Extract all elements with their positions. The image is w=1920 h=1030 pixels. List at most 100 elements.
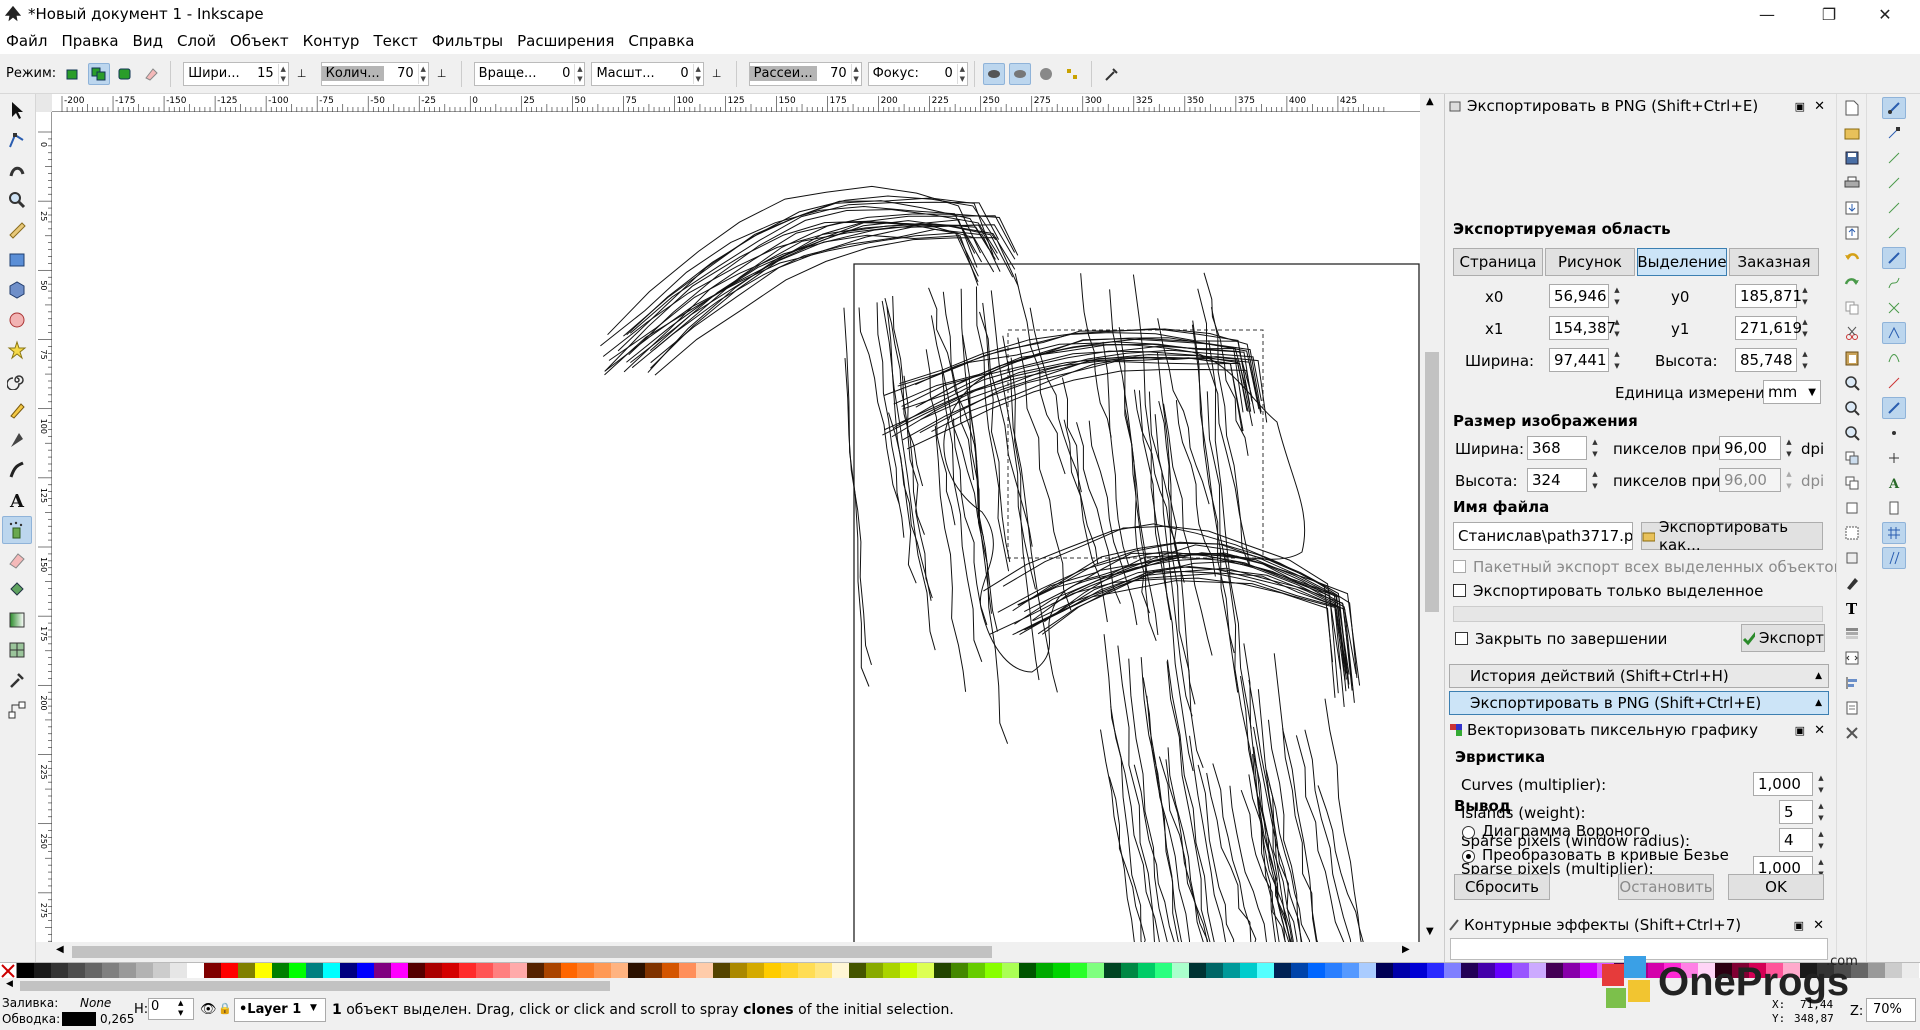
palette-swatch[interactable] [815,963,833,979]
redo-icon[interactable] [1840,272,1864,294]
xml-editor-icon[interactable] [1840,647,1864,669]
palette-swatch[interactable] [1171,963,1189,979]
tweak-tool-icon[interactable] [2,156,32,184]
palette-swatch[interactable] [390,963,408,979]
snap-nodes-icon[interactable] [1881,247,1906,269]
palette-swatch[interactable] [1460,963,1478,979]
only-selected-checkbox[interactable] [1453,584,1466,597]
palette-swatch[interactable] [747,963,765,979]
snap-text-baseline-icon[interactable]: A [1882,472,1906,494]
eraser-tool-icon[interactable] [2,546,32,574]
visibility-icon[interactable]: 👁 [200,1002,217,1017]
palette-swatch[interactable] [84,963,102,979]
scroll-up-icon[interactable]: ▲ [1426,96,1434,107]
duplicate-icon[interactable] [1840,447,1864,469]
scroll-left-icon[interactable]: ◀ [56,944,64,955]
minimize-button[interactable]: — [1744,0,1790,28]
curves-stepper[interactable]: ▲ ▼ [1815,772,1827,796]
snap-intersection-icon[interactable] [1882,297,1906,319]
no-paint-swatch[interactable] [0,963,17,979]
palette-swatch[interactable] [1222,963,1240,979]
palette-swatch[interactable] [237,963,255,979]
export-button[interactable]: Экспорт [1741,624,1825,652]
zoom-field[interactable]: 70% [1866,998,1916,1022]
palette-swatch[interactable] [288,963,306,979]
palette-swatch[interactable] [1205,963,1223,979]
mesh-tool-icon[interactable] [2,636,32,664]
over-transparent-icon[interactable] [1035,63,1057,85]
palette-swatch[interactable] [322,963,340,979]
img-height-stepper[interactable]: ▲ ▼ [1589,468,1601,492]
palette-swatch[interactable] [373,963,391,979]
palette-swatch[interactable] [1070,963,1088,979]
calligraphy-tool-icon[interactable] [2,456,32,484]
img-width-field[interactable]: 368 [1527,436,1587,460]
palette-swatch[interactable] [203,963,221,979]
y1-stepper[interactable]: ▲ ▼ [1799,316,1811,340]
menu-layer[interactable]: Слой [177,32,216,50]
undo-icon[interactable] [1840,247,1864,269]
snap-bbox-midpoint-icon[interactable] [1882,197,1906,219]
drawing-canvas[interactable] [52,112,1420,942]
palette-swatch[interactable] [1426,963,1444,979]
menu-filters[interactable]: Фильтры [432,32,503,50]
tab-page[interactable]: Страница [1453,248,1543,276]
palette-swatch[interactable] [1188,963,1206,979]
palette-swatch[interactable] [1341,963,1359,979]
eyedropper-icon[interactable] [1100,63,1122,85]
x1-stepper[interactable]: ▲ ▼ [1611,316,1623,340]
spray-single-path-icon[interactable] [114,63,136,85]
stroke-width-value[interactable]: 0,265 [100,1012,134,1026]
snap-bbox-icon[interactable] [1882,122,1906,144]
sparse-radius-field[interactable]: 4 [1779,828,1813,852]
panel-minimize-icon[interactable]: ▣ [1794,919,1804,932]
palette-swatch[interactable] [1307,963,1325,979]
palette-swatch[interactable] [628,963,646,979]
paste-icon[interactable] [1840,347,1864,369]
node-tool-icon[interactable] [2,126,32,154]
palette-swatch[interactable] [1290,963,1308,979]
palette-swatch[interactable] [968,963,986,979]
menu-text[interactable]: Текст [373,32,417,50]
palette-swatch[interactable] [441,963,459,979]
islands-field[interactable]: 5 [1779,800,1813,824]
snap-bbox-edge-icon[interactable] [1882,147,1906,169]
save-icon[interactable] [1840,147,1864,169]
unlink-clone-icon[interactable] [1840,497,1864,519]
y1-field[interactable]: 271,619 [1735,316,1802,340]
fill-value[interactable]: None [80,996,111,1010]
dpi-field[interactable]: 96,00 [1719,436,1781,460]
palette-swatch[interactable] [934,963,952,979]
palette-swatch[interactable] [356,963,374,979]
palette-swatch[interactable] [696,963,714,979]
panel-close-icon[interactable]: ✕ [1814,99,1825,114]
vertical-scrollbar[interactable]: ▲ ▼ [1420,94,1444,942]
rotation-spinbox[interactable]: Враще... 0 ▲ ▼ [473,61,586,86]
palette-swatch[interactable] [849,963,867,979]
snap-center-icon[interactable] [1882,422,1906,444]
islands-stepper[interactable]: ▲ ▼ [1815,800,1827,824]
h-stepper[interactable]: ▲ ▼ [178,998,183,1018]
new-document-icon[interactable] [1840,97,1864,119]
layer-chevron-down-icon[interactable]: ▼ [310,1003,317,1013]
palette-swatch[interactable] [798,963,816,979]
voronoi-radio[interactable] [1462,826,1475,839]
palette-swatch[interactable] [1528,963,1546,979]
snap-guide-icon[interactable] [1881,547,1906,569]
palette-swatch[interactable] [271,963,289,979]
palette-swatch[interactable] [1104,963,1121,979]
panel-close-icon[interactable]: ✕ [1814,723,1825,738]
cut-icon[interactable] [1840,322,1864,344]
tab-custom[interactable]: Заказная [1729,248,1819,276]
open-icon[interactable] [1840,122,1864,144]
x0-stepper[interactable]: ▲ ▼ [1611,284,1623,308]
spray-copies-icon[interactable] [62,63,84,85]
x0-field[interactable]: 56,946 [1549,284,1609,308]
star-tool-icon[interactable] [2,336,32,364]
palette-swatch[interactable] [577,963,595,979]
palette-swatch[interactable] [645,963,663,979]
palette-swatch[interactable] [339,963,357,979]
bezier-radio[interactable] [1462,850,1475,863]
ellipse-tool-icon[interactable] [2,306,32,334]
palette-swatch[interactable] [1019,963,1037,979]
